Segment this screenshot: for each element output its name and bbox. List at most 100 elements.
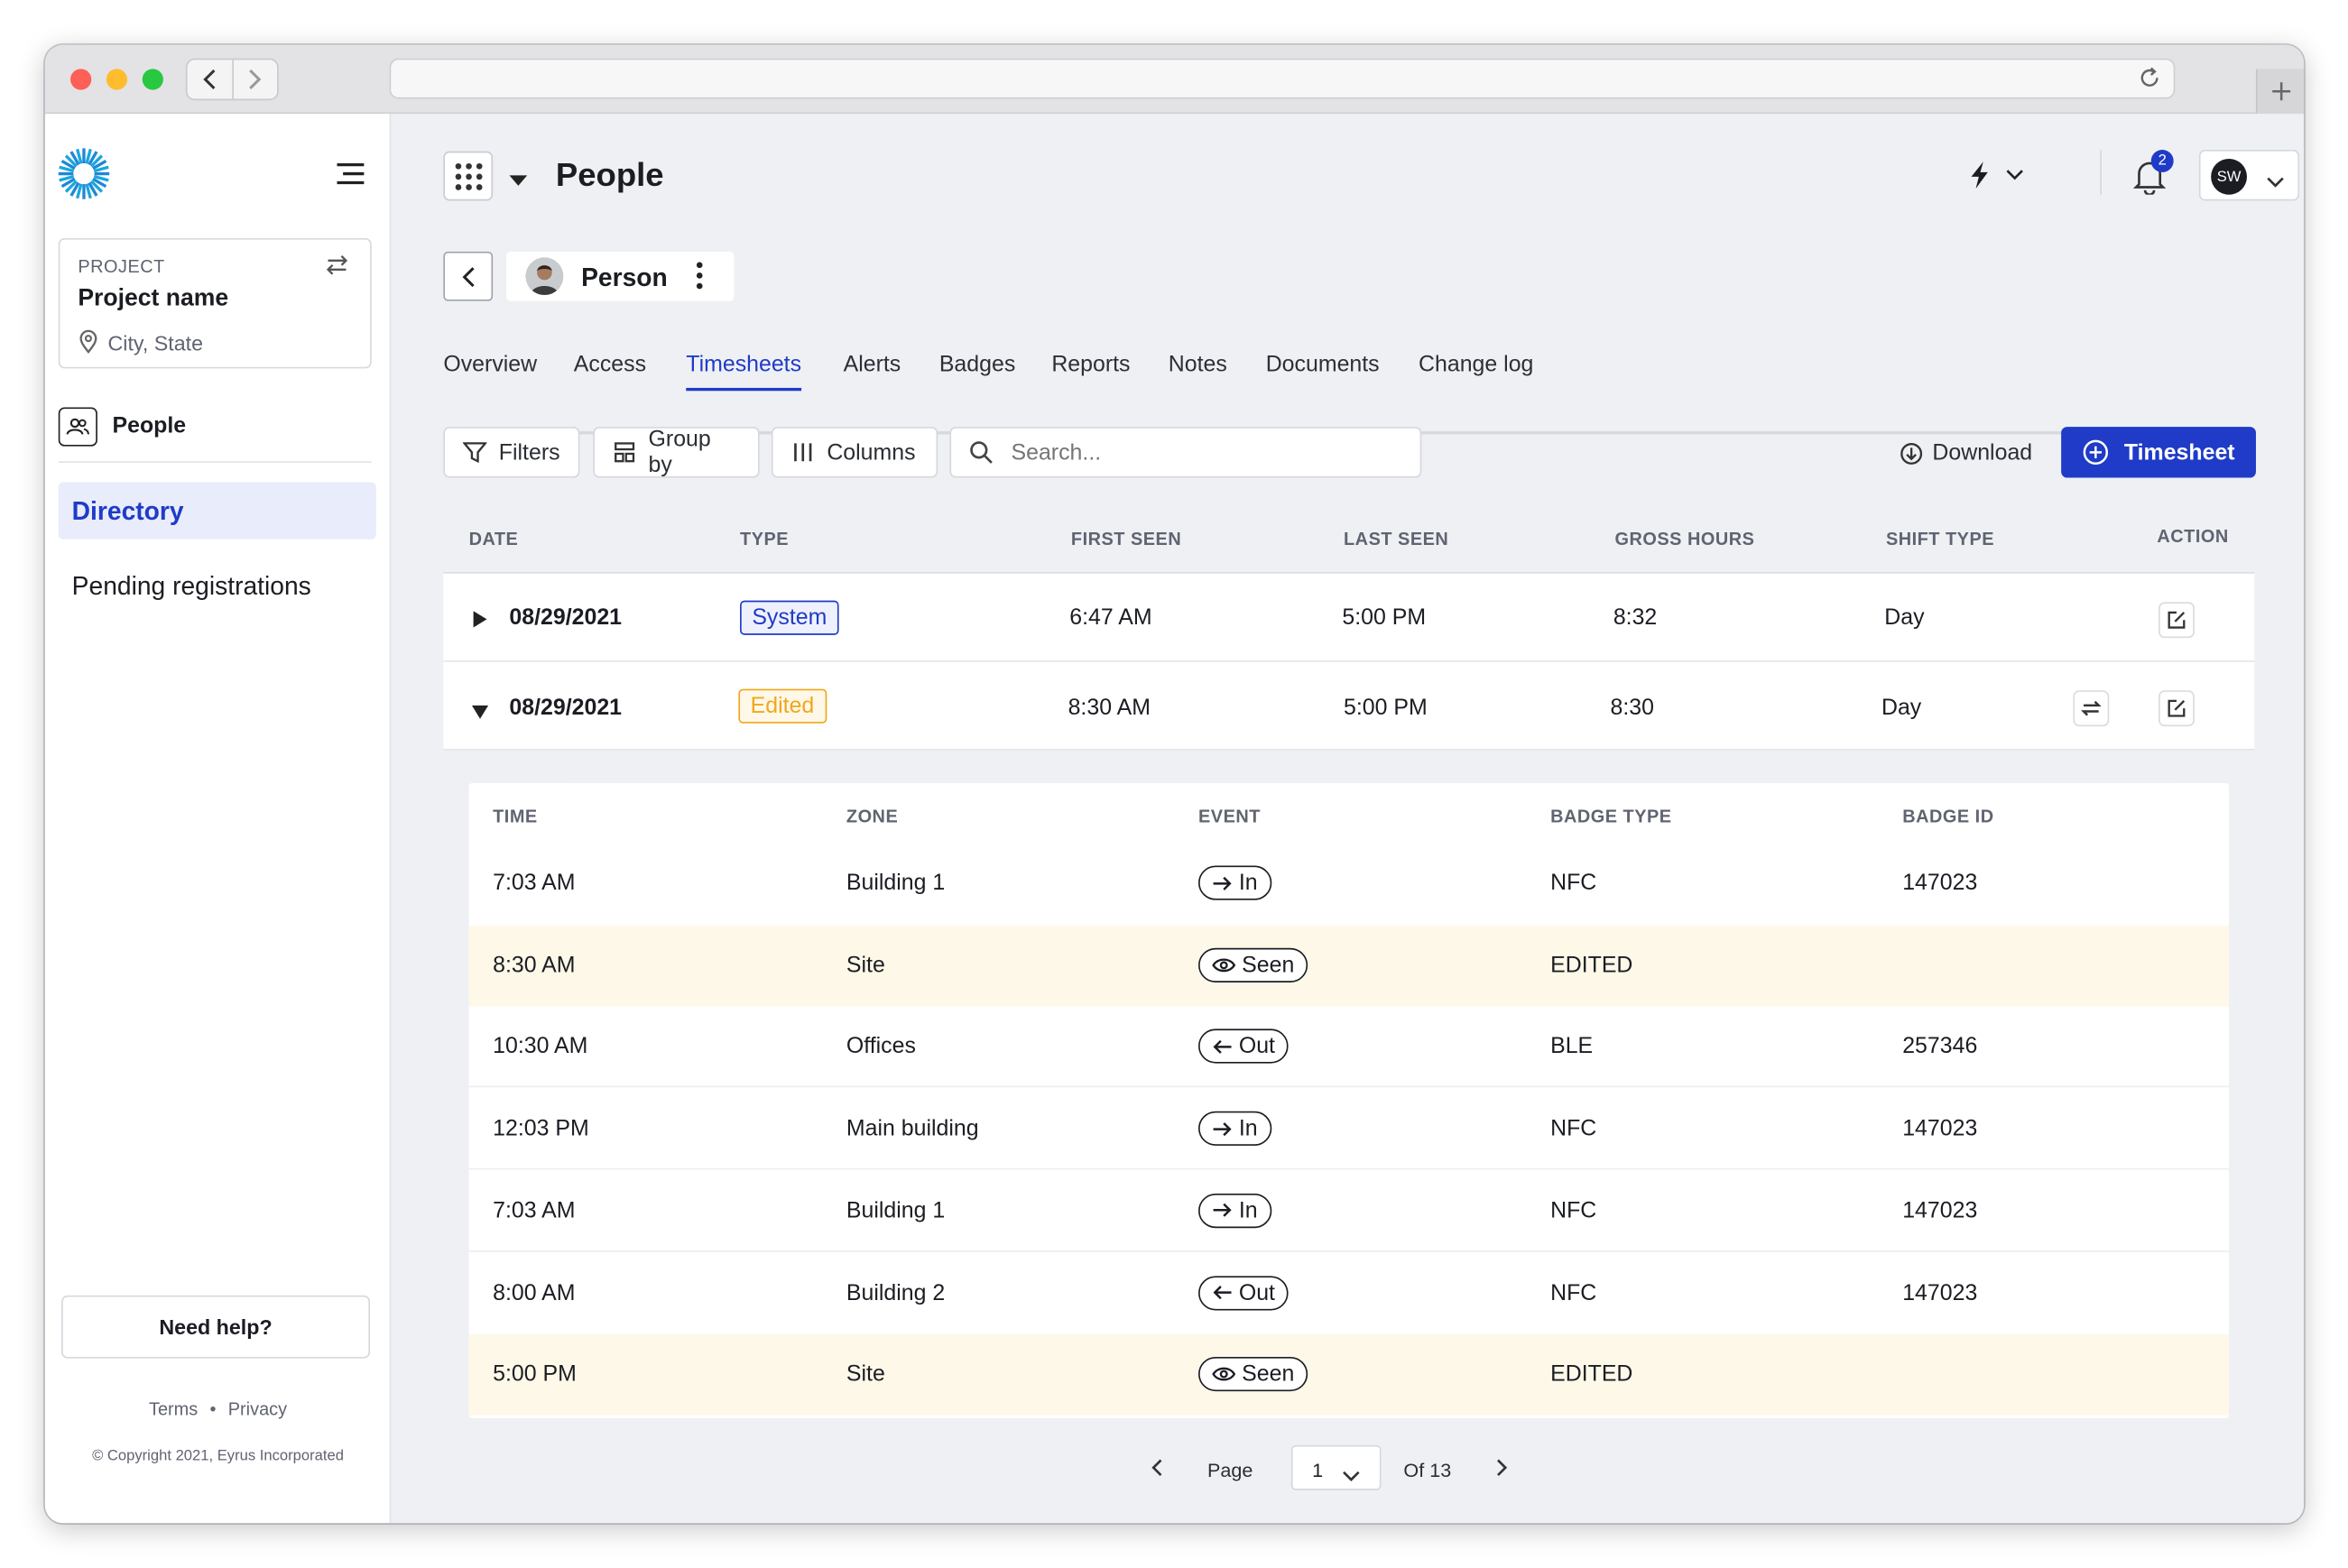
sidebar-item-pending-registrations[interactable]: Pending registrations (59, 558, 376, 614)
person-name: Person (581, 263, 668, 292)
app-grid-button[interactable] (443, 151, 494, 201)
group-by-label: Group by (648, 427, 711, 478)
shift-type-column-header[interactable]: SHIFT TYPE (1886, 529, 1994, 549)
filters-button[interactable]: Filters (443, 427, 580, 478)
grid-icon (454, 162, 482, 189)
browser-forward-button[interactable] (233, 60, 277, 98)
edit-icon (2168, 611, 2186, 629)
tab-documents[interactable]: Documents (1266, 352, 1380, 388)
table-row[interactable]: 08/29/2021 Edited 8:30 AM 5:00 PM 8:30 D… (443, 661, 2255, 751)
date-cell: 08/29/2021 (509, 695, 623, 721)
event-label: Out (1238, 1034, 1275, 1060)
add-timesheet-button[interactable]: Timesheet (2061, 427, 2256, 478)
terms-link[interactable]: Terms (149, 1398, 198, 1419)
person-avatar (525, 257, 564, 296)
event-pill: In (1198, 1193, 1271, 1228)
project-location: City, State (107, 330, 204, 355)
shift-type-cell: Day (1884, 604, 1925, 631)
badge-type-cell: BLE (1550, 1034, 1594, 1060)
back-button[interactable] (443, 251, 494, 301)
group-by-button[interactable]: Group by (593, 427, 760, 478)
arrow-right-icon (1212, 1203, 1233, 1218)
edit-button[interactable] (2158, 690, 2195, 727)
browser-window: PROJECT Project name City, State People … (44, 44, 2305, 1524)
reload-icon[interactable] (2138, 66, 2162, 97)
edit-button[interactable] (2158, 602, 2195, 639)
download-button[interactable]: Download (1900, 440, 2032, 466)
tab-overview[interactable]: Overview (443, 352, 537, 388)
badge-id-cell: 147023 (1902, 1279, 1978, 1305)
address-bar[interactable] (389, 58, 2176, 99)
add-timesheet-label: Timesheet (2123, 439, 2235, 466)
project-label: PROJECT (78, 255, 165, 278)
quick-actions-bolt-icon[interactable] (1965, 161, 2031, 198)
edit-icon (2168, 699, 2186, 717)
sidebar: PROJECT Project name City, State People … (44, 114, 392, 1524)
badge-id-column-header: BADGE ID (1902, 806, 1994, 827)
close-window-button[interactable] (70, 69, 92, 90)
user-menu-button[interactable]: SW (2198, 150, 2300, 201)
gross-hours-column-header[interactable]: GROSS HOURS (1614, 529, 1754, 549)
prev-page-icon[interactable] (1151, 1457, 1166, 1486)
arrow-left-icon (1212, 1285, 1233, 1300)
sidebar-footer-links: Terms • Privacy (45, 1398, 391, 1419)
badge-type-cell: NFC (1550, 870, 1597, 896)
zoom-window-button[interactable] (142, 69, 163, 90)
event-pill: Seen (1198, 1357, 1308, 1392)
table-row[interactable]: 08/29/2021 System 6:47 AM 5:00 PM 8:32 D… (443, 573, 2255, 662)
page-select[interactable]: 1 (1290, 1444, 1382, 1490)
event-pill: In (1198, 1111, 1271, 1147)
time-cell: 7:03 AM (493, 1197, 576, 1223)
project-card[interactable]: PROJECT Project name City, State (58, 237, 372, 369)
columns-button[interactable]: Columns (771, 427, 938, 478)
time-cell: 8:00 AM (493, 1279, 576, 1305)
notification-bell-icon[interactable]: 2 (2132, 150, 2174, 202)
browser-nav-buttons (185, 58, 279, 101)
zone-cell: Main building (846, 1115, 979, 1142)
search-field[interactable] (949, 427, 1422, 478)
date-column-header[interactable]: DATE (469, 529, 519, 549)
swap-button[interactable] (2073, 690, 2110, 727)
swap-icon (2081, 700, 2102, 716)
tab-access[interactable]: Access (574, 352, 646, 388)
search-input[interactable] (1011, 439, 1371, 466)
sidebar-item-directory[interactable]: Directory (58, 482, 376, 540)
expand-caret-icon[interactable] (473, 608, 487, 635)
tab-badges[interactable]: Badges (939, 352, 1015, 388)
need-help-button[interactable]: Need help? (61, 1295, 371, 1359)
arrow-left-icon (1212, 1039, 1233, 1055)
next-page-icon[interactable] (1493, 1457, 1509, 1486)
time-cell: 12:03 PM (493, 1115, 589, 1142)
last-seen-column-header[interactable]: LAST SEEN (1344, 529, 1448, 549)
new-tab-button[interactable] (2255, 69, 2305, 115)
type-column-header[interactable]: TYPE (740, 529, 789, 549)
collapse-caret-icon[interactable] (471, 699, 489, 726)
columns-icon (794, 443, 812, 462)
zone-cell: Building 1 (846, 1197, 946, 1223)
menu-icon[interactable] (336, 161, 365, 193)
tab-change-log[interactable]: Change log (1419, 352, 1533, 388)
date-cell: 08/29/2021 (509, 604, 623, 631)
header-divider (2100, 150, 2102, 195)
first-seen-column-header[interactable]: FIRST SEEN (1071, 529, 1181, 549)
app-logo[interactable] (57, 147, 111, 208)
tab-notes[interactable]: Notes (1169, 352, 1227, 388)
tab-timesheets[interactable]: Timesheets (686, 352, 802, 392)
zone-cell: Building 1 (846, 870, 946, 896)
switch-project-icon[interactable] (324, 252, 351, 286)
copyright: © Copyright 2021, Eyrus Incorporated (92, 1448, 344, 1465)
last-seen-cell: 5:00 PM (1342, 604, 1427, 631)
minimize-window-button[interactable] (106, 69, 128, 90)
notification-count-badge: 2 (2150, 150, 2174, 172)
caret-down-icon[interactable] (509, 168, 528, 195)
zone-cell: Site (846, 952, 885, 978)
tab-alerts[interactable]: Alerts (844, 352, 901, 388)
tab-reports[interactable]: Reports (1051, 352, 1130, 388)
more-vertical-icon[interactable] (696, 262, 703, 297)
browser-back-button[interactable] (188, 60, 234, 99)
time-cell: 5:00 PM (493, 1361, 577, 1388)
privacy-link[interactable]: Privacy (228, 1398, 287, 1419)
expanded-detail-area: TIME ZONE EVENT BADGE TYPE BADGE ID 7:03… (443, 750, 2255, 1524)
zone-cell: Building 2 (846, 1279, 946, 1305)
event-label: Seen (1242, 952, 1295, 978)
